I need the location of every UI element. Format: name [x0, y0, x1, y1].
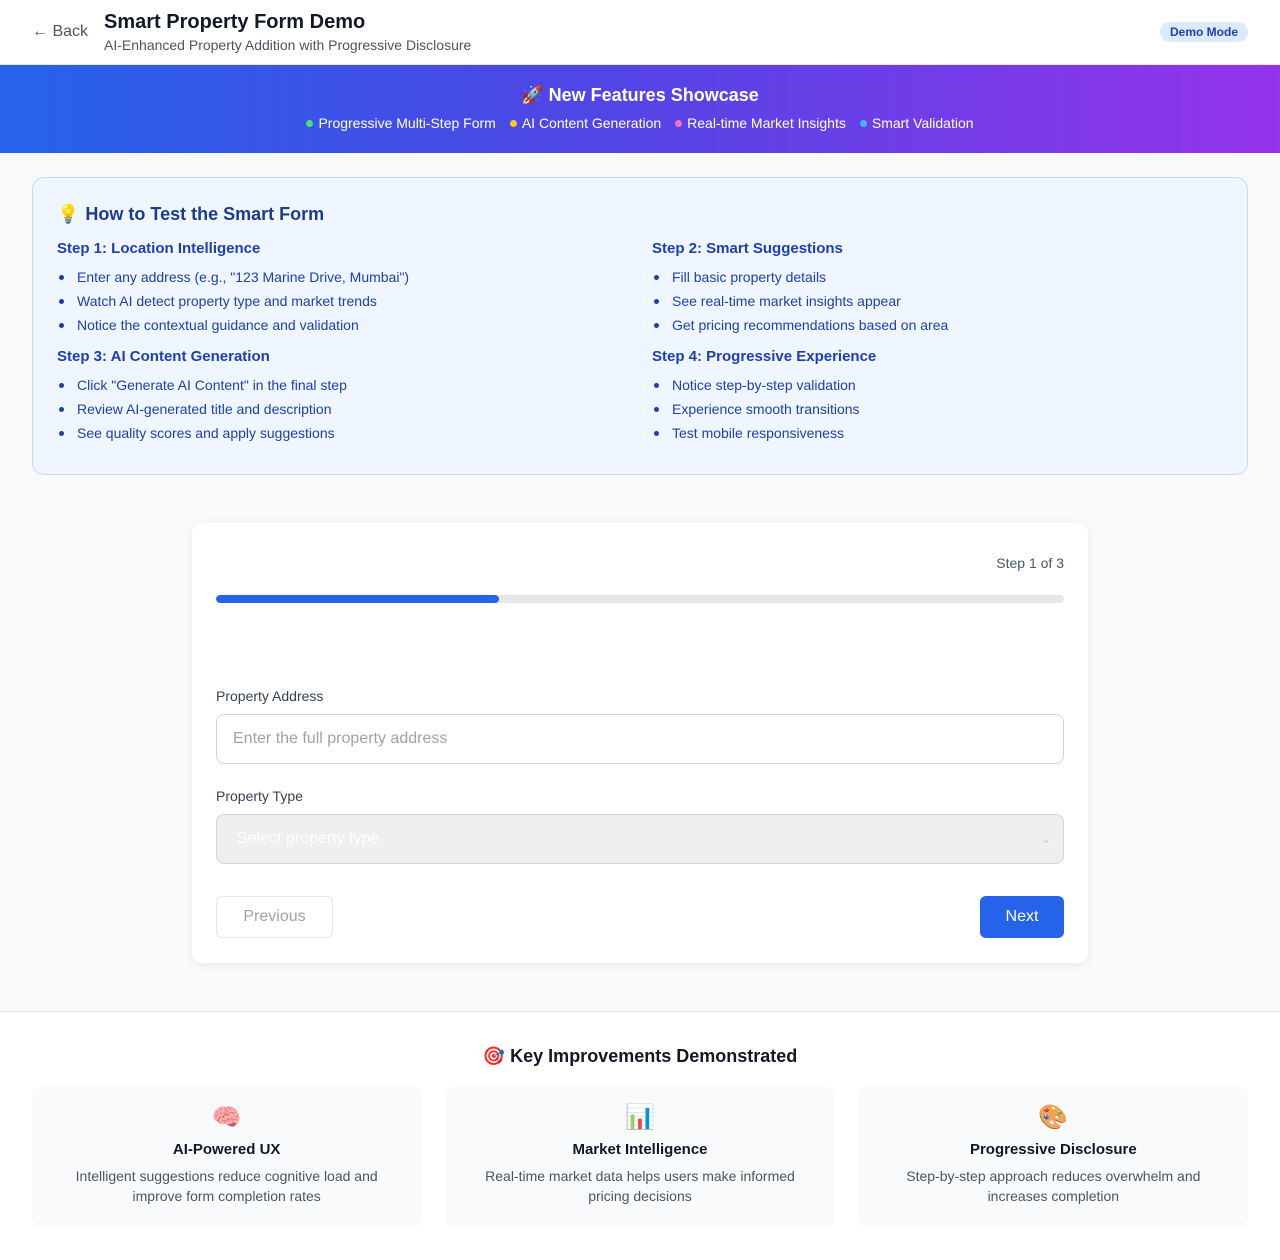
improvement-card: 📊 Market Intelligence Real-time market d… [445, 1087, 835, 1227]
banner-feature-list: Progressive Multi-Step Form AI Content G… [0, 115, 1280, 131]
card-title: Progressive Disclosure [969, 1141, 1137, 1158]
card-description: Step-by-step approach reduces overwhelm … [906, 1168, 1201, 1204]
step-item: Click "Generate AI Content" in the final… [57, 373, 628, 397]
step-item: See real-time market insights appear [652, 289, 1223, 313]
improvement-card: 🧠 AI-Powered UX Intelligent suggestions … [32, 1087, 422, 1227]
banner-feature: Smart Validation [859, 115, 974, 131]
palette-icon: 🎨 [1038, 1104, 1069, 1131]
card-title: Market Intelligence [572, 1141, 708, 1158]
key-improvements-section: 🎯 Key Improvements Demonstrated 🧠 AI-Pow… [0, 1011, 1280, 1260]
banner-feature-label: AI Content Generation [521, 115, 662, 131]
banner-feature: AI Content Generation [509, 115, 662, 131]
step-item: Notice the contextual guidance and valid… [57, 313, 628, 337]
previous-button[interactable]: Previous [216, 896, 333, 938]
how-to-test-panel: 💡 How to Test the Smart Form Step 1: Loc… [32, 177, 1248, 475]
property-address-input[interactable] [216, 714, 1064, 764]
features-banner: 🚀 New Features Showcase Progressive Mult… [0, 65, 1280, 153]
page-title: Smart Property Form Demo [104, 10, 366, 33]
banner-feature-label: Smart Validation [871, 115, 974, 131]
step-title: Step 3: AI Content Generation [57, 348, 270, 365]
smart-property-form: Step 1 of 3 Property Address Property Ty… [192, 523, 1088, 963]
step-item: See quality scores and apply suggestions [57, 421, 628, 445]
banner-title: 🚀 New Features Showcase [521, 85, 759, 105]
step-item: Get pricing recommendations based on are… [652, 313, 1223, 337]
banner-feature-label: Progressive Multi-Step Form [318, 115, 496, 131]
step-indicator: Step 1 of 3 [996, 555, 1064, 571]
banner-feature-label: Real-time Market Insights [687, 115, 846, 131]
howto-step: Step 1: Location Intelligence Enter any … [57, 239, 628, 337]
type-field-group: Property Type Select property type ⌄ [216, 788, 1064, 864]
howto-heading: 💡 How to Test the Smart Form [57, 204, 1223, 225]
bar-chart-icon: 📊 [625, 1104, 655, 1131]
next-button[interactable]: Next [980, 896, 1064, 938]
howto-title: How to Test the Smart Form [85, 204, 325, 224]
howto-steps-grid: Step 1: Location Intelligence Enter any … [57, 239, 1223, 445]
banner-feature: Real-time Market Insights [675, 115, 846, 131]
card-title: AI-Powered UX [172, 1141, 281, 1158]
progress-bar [216, 595, 1064, 603]
title-block: Smart Property Form Demo AI-Enhanced Pro… [104, 10, 471, 55]
step-list: Enter any address (e.g., "123 Marine Dri… [57, 265, 628, 337]
progress-bar-fill [216, 595, 499, 603]
step-list: Click "Generate AI Content" in the final… [57, 373, 628, 445]
step-title: Step 4: Progressive Experience [652, 348, 877, 365]
step-item: Review AI-generated title and descriptio… [57, 397, 628, 421]
form-actions: Previous Next [216, 896, 1064, 938]
howto-step: Step 4: Progressive Experience Notice st… [652, 347, 1223, 445]
property-type-select[interactable]: Select property type ⌄ [216, 814, 1064, 864]
status-dot-icon [509, 119, 517, 127]
step-item: Experience smooth transitions [652, 397, 1223, 421]
step-title: Step 1: Location Intelligence [57, 240, 261, 257]
address-field-group: Property Address [216, 688, 1064, 764]
howto-step: Step 3: AI Content Generation Click "Gen… [57, 347, 628, 445]
banner-feature: Progressive Multi-Step Form [306, 115, 496, 131]
card-description: Intelligent suggestions reduce cognitive… [75, 1168, 378, 1204]
step-item: Watch AI detect property type and market… [57, 289, 628, 313]
status-dot-icon [675, 119, 683, 127]
property-type-selected: Select property type [237, 830, 380, 847]
step-item: Enter any address (e.g., "123 Marine Dri… [57, 265, 628, 289]
brain-icon: 🧠 [211, 1104, 242, 1131]
card-description: Real-time market data helps users make i… [485, 1168, 795, 1204]
improvement-cards: 🧠 AI-Powered UX Intelligent suggestions … [32, 1087, 1248, 1227]
howto-step: Step 2: Smart Suggestions Fill basic pro… [652, 239, 1223, 337]
step-item: Fill basic property details [652, 265, 1223, 289]
lightbulb-icon: 💡 [57, 204, 80, 224]
address-label: Property Address [216, 688, 324, 704]
improvements-title: 🎯 Key Improvements Demonstrated [482, 1046, 798, 1066]
step-item: Notice step-by-step validation [652, 373, 1223, 397]
demo-mode-badge: Demo Mode [1159, 22, 1248, 42]
step-list: Fill basic property details See real-tim… [652, 265, 1223, 337]
status-dot-icon [306, 119, 314, 127]
step-list: Notice step-by-step validation Experienc… [652, 373, 1223, 445]
back-link[interactable]: ← Back [32, 23, 88, 41]
improvement-card: 🎨 Progressive Disclosure Step-by-step ap… [858, 1087, 1248, 1227]
property-type-label: Property Type [216, 788, 303, 804]
chevron-down-icon: ⌄ [1040, 832, 1051, 846]
top-header: ← Back Smart Property Form Demo AI-Enhan… [0, 0, 1280, 65]
status-dot-icon [859, 119, 867, 127]
page-subtitle: AI-Enhanced Property Addition with Progr… [104, 36, 472, 53]
step-item: Test mobile responsiveness [652, 421, 1223, 445]
step-title: Step 2: Smart Suggestions [652, 240, 843, 257]
